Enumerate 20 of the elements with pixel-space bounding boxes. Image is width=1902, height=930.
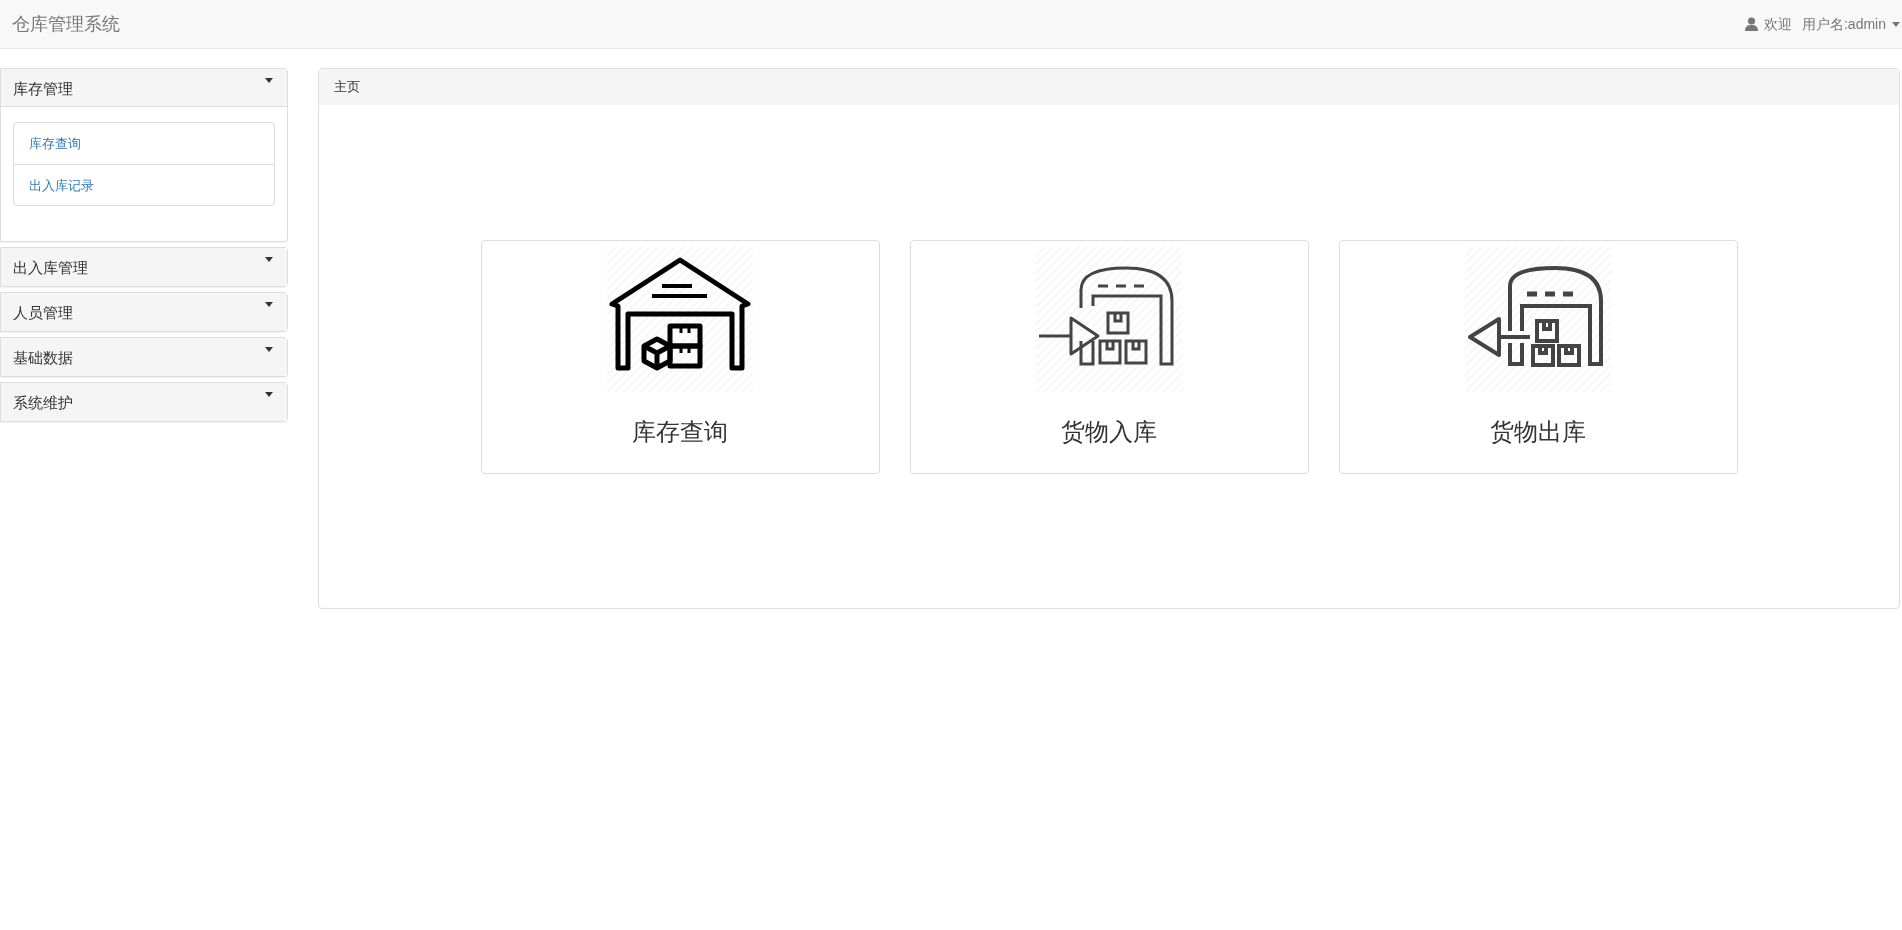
caret-icon (265, 347, 273, 352)
feature-card[interactable]: 货物出库 (1338, 240, 1738, 474)
caret-icon (265, 257, 273, 262)
panel-title: 主页 (334, 78, 360, 97)
sidebar-link[interactable]: 出入库记录 (14, 164, 274, 205)
feature-card[interactable]: 库存查询 (480, 240, 880, 474)
caret-icon (265, 302, 273, 307)
sidebar-section-header[interactable]: 系统维护 (1, 383, 287, 421)
caret-icon (265, 78, 273, 83)
user-menu[interactable]: 欢迎 用户名:admin (1744, 13, 1900, 35)
caret-icon (1892, 21, 1900, 27)
sidebar-section-header[interactable]: 人员管理 (1, 293, 287, 331)
brand-link[interactable]: 仓库管理系统 (12, 10, 120, 38)
user-icon (1744, 17, 1758, 31)
caret-icon (265, 392, 273, 397)
sidebar-link[interactable]: 库存查询 (14, 123, 274, 164)
sidebar-section-header[interactable]: 库存管理 (1, 69, 287, 107)
sidebar-section-header[interactable]: 出入库管理 (1, 248, 287, 286)
sidebar-section-header[interactable]: 基础数据 (1, 338, 287, 376)
feature-card[interactable]: 货物入库 (909, 240, 1309, 474)
